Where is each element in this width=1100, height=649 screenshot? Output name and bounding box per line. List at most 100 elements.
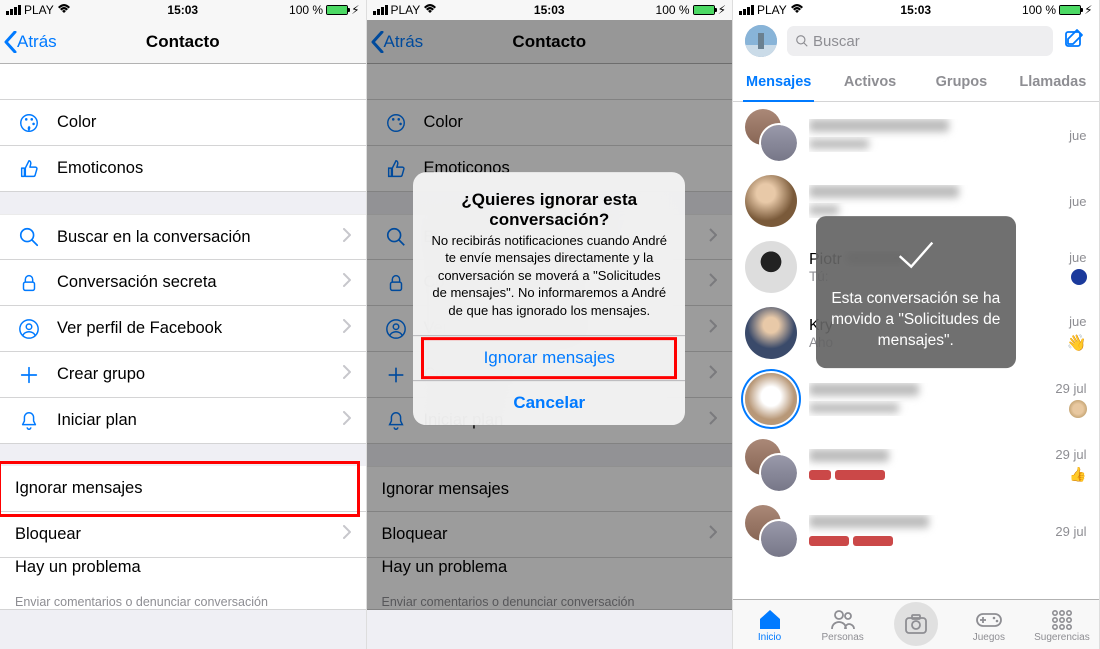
screen-contact-options: PLAY 15:03 100 %⚡︎ Atrás Contacto Color … [0,0,367,649]
tab-calls[interactable]: Llamadas [1007,62,1098,101]
compose-button[interactable] [1063,27,1087,56]
carrier-label: PLAY [757,3,787,17]
screen-chats-list: PLAY 15:03 100 %⚡︎ Buscar Mensajes Activ… [733,0,1100,649]
row-label: Crear grupo [57,365,343,384]
row-start-plan[interactable]: Iniciar plan [0,398,366,444]
chat-time: 29 jul [1055,524,1086,539]
plus-icon [15,361,43,389]
row-sublabel: Enviar comentarios o denunciar conversac… [15,595,268,609]
battery-icon [326,5,348,15]
carrier-label: PLAY [24,3,54,17]
row-emoticons[interactable]: Emoticonos [0,146,366,192]
chevron-right-icon [343,228,351,247]
row-label: Buscar en la conversación [57,228,343,247]
grid-icon [1049,607,1075,631]
chevron-right-icon [343,319,351,338]
tab-groups[interactable]: Grupos [916,62,1007,101]
like-icon [15,155,43,183]
top-bar: Buscar [733,20,1099,62]
row-label: Emoticonos [57,159,351,178]
chat-row[interactable]: jue [733,102,1099,168]
tab-messages[interactable]: Mensajes [733,62,824,101]
battery-pct-label: 100 % [656,3,690,17]
lock-icon [15,269,43,297]
nav-title: Contacto [146,32,220,52]
avatar [745,439,797,491]
search-icon [15,223,43,251]
wave-icon: 👋 [1067,333,1087,353]
row-label: Ignorar mensajes [15,479,351,498]
signal-icon [373,5,388,15]
profile-icon [15,315,43,343]
status-bar: PLAY 15:03 100 %⚡︎ [733,0,1099,20]
battery-pct-label: 100 % [289,3,323,17]
tabbar-games[interactable]: Juegos [952,600,1025,649]
row-secret-conversation[interactable]: Conversación secreta [0,260,366,306]
row-create-group[interactable]: Crear grupo [0,352,366,398]
tabbar-suggestions[interactable]: Sugerencias [1025,600,1098,649]
conversation-tabs: Mensajes Activos Grupos Llamadas [733,62,1099,102]
alert-cancel-button[interactable]: Cancelar [413,380,685,425]
row-label: Iniciar plan [57,411,343,430]
row-problem[interactable]: Hay un problema Enviar comentarios o den… [0,558,366,610]
bell-icon [15,407,43,435]
battery-icon [693,5,715,15]
row-label: Ver perfil de Facebook [57,319,343,338]
avatar [745,307,797,359]
tabbar-camera[interactable] [879,600,952,649]
row-label: Bloquear [15,525,343,544]
chat-time: 29 jul [1055,447,1086,462]
row-ignore-messages[interactable]: Ignorar mensajes [0,466,366,512]
alert-message: No recibirás notificaciones cuando André… [413,232,685,336]
row-search-conversation[interactable]: Buscar en la conversación [0,214,366,260]
alert-ignore-conversation: ¿Quieres ignorar esta conversación? No r… [413,172,685,426]
avatar [745,241,797,293]
tabbar-people[interactable]: Personas [806,600,879,649]
avatar [745,175,797,227]
carrier-label: PLAY [391,3,421,17]
chevron-right-icon [343,273,351,292]
palette-icon [15,109,43,137]
alert-title: ¿Quieres ignorar esta conversación? [413,172,685,232]
tabbar-home[interactable]: Inicio [733,600,806,649]
row-label: Conversación secreta [57,273,343,292]
search-input[interactable]: Buscar [787,26,1053,56]
battery-pct-label: 100 % [1022,3,1056,17]
toast-moved: Esta conversación se ha movido a "Solici… [816,216,1016,368]
chat-time: jue [1069,314,1086,329]
home-icon [757,607,783,631]
camera-icon [905,614,927,634]
row-facebook-profile[interactable]: Ver perfil de Facebook [0,306,366,352]
compose-icon [1063,27,1087,51]
my-avatar[interactable] [745,25,777,57]
chat-row[interactable]: 29 jul [733,366,1099,432]
battery-icon [1059,5,1081,15]
chevron-right-icon [343,365,351,384]
chat-time: 29 jul [1055,381,1086,396]
screen-ignore-alert: PLAY 15:03 100 %⚡︎ Atrás Contacto Color … [367,0,734,649]
row-block[interactable]: Bloquear [0,512,366,558]
gamepad-icon [975,607,1003,631]
back-button[interactable]: Atrás [0,31,57,53]
chevron-left-icon [4,31,17,53]
check-icon [892,234,940,274]
row-color[interactable]: Color [0,100,366,146]
truncated-row [0,64,366,100]
alert-ignore-button[interactable]: Ignorar mensajes [413,335,685,380]
wifi-icon [57,3,71,17]
chat-time: jue [1069,128,1086,143]
chat-row[interactable]: 29 jul 👍 [733,432,1099,498]
chat-row[interactable]: 29 jul [733,498,1099,564]
bottom-tabbar: Inicio Personas Juegos Sugerencias [733,599,1099,649]
row-label: Color [57,113,351,132]
tab-active[interactable]: Activos [824,62,915,101]
tabbar-label: Juegos [973,632,1005,643]
row-label: Hay un problema [15,558,141,595]
like-icon: 👍 [1069,466,1086,483]
clock-label: 15:03 [900,3,931,17]
chat-time: jue [1069,194,1086,209]
chevron-right-icon [343,525,351,544]
tabbar-label: Inicio [758,632,781,643]
avatar [745,109,797,161]
wifi-icon [423,3,437,17]
